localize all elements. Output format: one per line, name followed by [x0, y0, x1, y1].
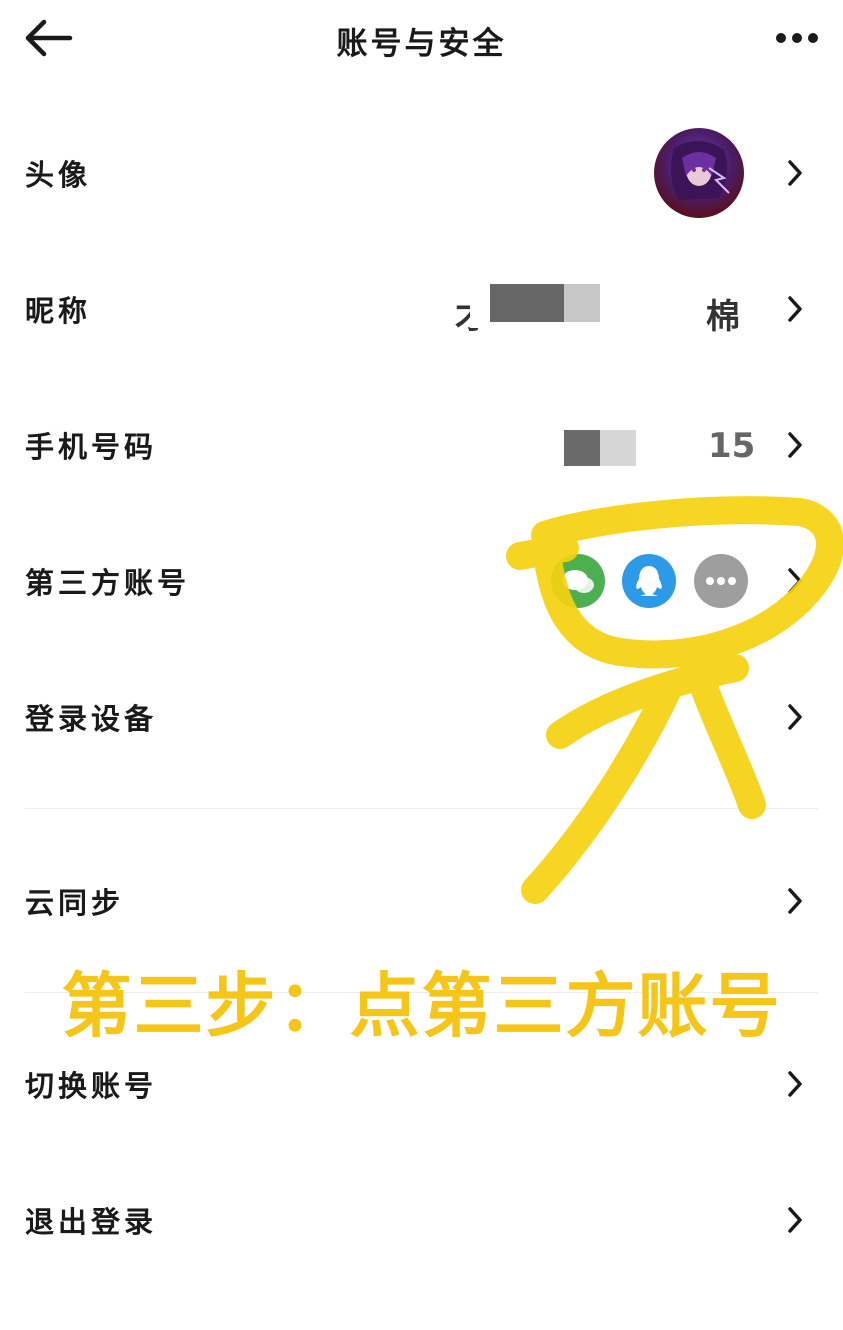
row-label: 头像 [25, 158, 92, 192]
annotation-caption: 第三步：点第三方账号 [61, 965, 782, 1047]
qq-icon [622, 554, 676, 608]
row-cloud-sync[interactable]: 云同步 [0, 833, 843, 969]
section-divider [25, 808, 818, 809]
row-label: 云同步 [25, 886, 125, 920]
redacted-nickname [470, 280, 705, 328]
row-label: 登录设备 [25, 702, 158, 736]
chevron-right-icon [788, 568, 802, 594]
phone-end-digits: 15 [708, 426, 756, 466]
row-login-devices[interactable]: 登录设备 [0, 649, 843, 785]
row-label: 退出登录 [25, 1205, 158, 1239]
chevron-right-icon [788, 160, 802, 186]
row-label: 第三方账号 [25, 566, 191, 600]
row-label: 切换账号 [25, 1069, 158, 1103]
chevron-right-icon [788, 296, 802, 322]
row-logout[interactable]: 退出登录 [0, 1152, 843, 1288]
chevron-right-icon [788, 432, 802, 458]
page-title: 账号与安全 [336, 26, 507, 62]
chevron-right-icon [788, 1207, 802, 1233]
row-label: 手机号码 [25, 430, 158, 464]
chevron-right-icon [788, 888, 802, 914]
redacted-phone [560, 428, 700, 468]
chevron-right-icon [788, 1071, 802, 1097]
chevron-right-icon [788, 704, 802, 730]
wechat-icon [551, 554, 605, 608]
avatar-image [654, 128, 744, 218]
top-bar: 账号与安全 [0, 0, 843, 80]
more-accounts-icon [694, 554, 748, 608]
row-label: 昵称 [25, 294, 92, 328]
avatar[interactable] [654, 128, 744, 218]
nickname-end-char: 棉 [706, 297, 740, 337]
more-dots-icon[interactable] [773, 26, 821, 50]
